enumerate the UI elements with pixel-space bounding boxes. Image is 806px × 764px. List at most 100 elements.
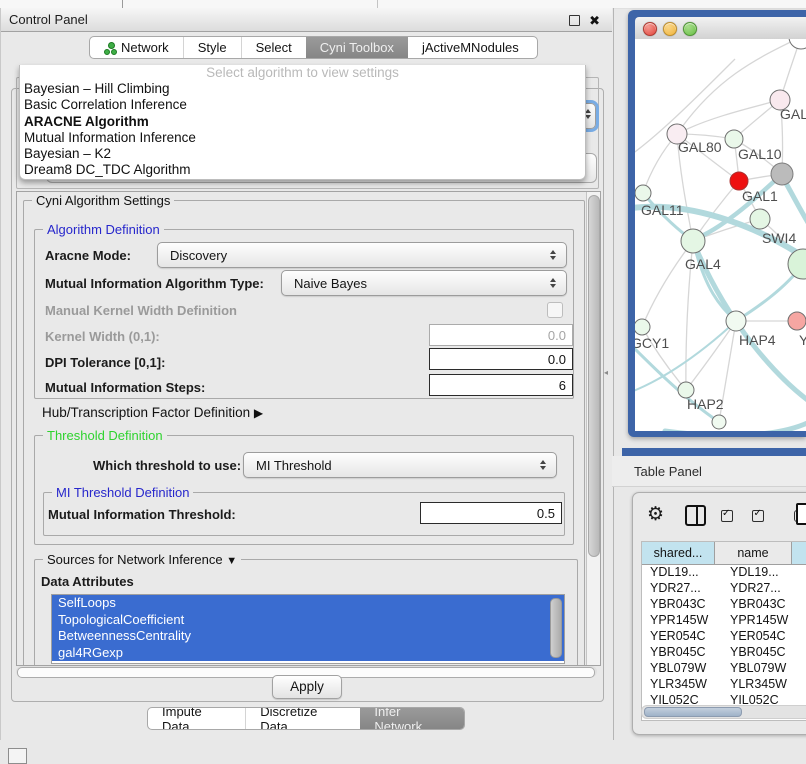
close-traffic-light-icon[interactable] bbox=[643, 22, 657, 36]
aracne-mode-value: Discovery bbox=[158, 248, 544, 263]
node-label: GAL10 bbox=[738, 146, 782, 162]
mi-steps-label: Mutual Information Steps: bbox=[45, 380, 205, 395]
node-gcy1[interactable] bbox=[635, 319, 650, 335]
which-threshold-select[interactable]: MI Threshold bbox=[243, 452, 557, 478]
scrollbar-thumb[interactable] bbox=[588, 195, 600, 557]
mi-type-value: Naive Bayes bbox=[282, 276, 544, 291]
node-hap4[interactable] bbox=[726, 311, 746, 331]
network-view-window: GALGAL80GAL10GAL1GAL11SWI4GAL4GCY1HAP4YH… bbox=[628, 10, 806, 437]
algorithm-definition-title: Algorithm Definition bbox=[43, 222, 164, 237]
mi-steps-input[interactable]: 6 bbox=[429, 374, 573, 396]
table-cell: YPR145W bbox=[722, 612, 806, 628]
node-gal11[interactable] bbox=[635, 185, 651, 201]
table-row[interactable]: YDR27...YDR27...12 bbox=[642, 580, 806, 596]
dropdown-item[interactable]: Mutual Information Inference bbox=[20, 130, 585, 146]
select-all-checkbox-icon[interactable] bbox=[721, 510, 733, 522]
hub-definition-toggle[interactable]: Hub/Transcription Factor Definition ▶ bbox=[42, 405, 263, 420]
tab-network[interactable]: Network bbox=[90, 37, 183, 58]
cyni-algorithm-settings-group: Cyni Algorithm Settings Algorithm Defini… bbox=[23, 200, 585, 666]
node[interactable] bbox=[771, 163, 793, 185]
export-table-icon[interactable] bbox=[796, 503, 806, 525]
tab-style[interactable]: Style bbox=[183, 37, 241, 58]
tab-infer-network[interactable]: Infer Network bbox=[360, 708, 464, 729]
table-cell: YPR145W bbox=[642, 612, 722, 628]
node-y[interactable] bbox=[788, 312, 806, 330]
node-gal4[interactable] bbox=[681, 229, 705, 253]
gear-icon[interactable]: ⚙ bbox=[647, 503, 664, 526]
dropdown-item[interactable]: Dream8 DC_TDC Algorithm bbox=[20, 162, 585, 178]
node[interactable] bbox=[789, 39, 806, 49]
aracne-mode-select[interactable]: Discovery bbox=[157, 242, 567, 268]
table-cell: YDR27... bbox=[722, 580, 806, 596]
dropdown-item[interactable]: Basic Correlation Inference bbox=[20, 97, 585, 113]
table-row[interactable]: YPR145WYPR145W9. bbox=[642, 612, 806, 628]
table-row[interactable]: YBR045CYBR045C9. bbox=[642, 644, 806, 660]
attribute-list-item[interactable]: TopologicalCoefficient bbox=[52, 612, 564, 629]
close-icon[interactable]: ✖ bbox=[589, 13, 600, 29]
tab-cyni-toolbox[interactable]: Cyni Toolbox bbox=[306, 37, 408, 58]
table-row[interactable]: YBR043CYBR043C bbox=[642, 596, 806, 612]
float-window-icon[interactable] bbox=[569, 15, 580, 26]
select-all-checkbox-icon2[interactable] bbox=[752, 510, 764, 522]
kernel-width-label: Kernel Width (0,1): bbox=[45, 329, 160, 344]
apply-button[interactable]: Apply bbox=[272, 675, 342, 699]
mi-threshold-input[interactable]: 0.5 bbox=[420, 502, 562, 524]
dpi-tolerance-input[interactable]: 0.0 bbox=[429, 348, 573, 370]
pane-splitter-handle[interactable]: ◂ bbox=[604, 369, 609, 376]
expand-arrow-icon: ▶ bbox=[254, 406, 263, 420]
node-label: Y bbox=[799, 332, 806, 348]
table-horizontal-scrollbar[interactable] bbox=[641, 705, 806, 719]
settings-vertical-scrollbar[interactable] bbox=[586, 192, 600, 665]
table-row[interactable]: YLR345WYLR345W9. bbox=[642, 676, 806, 692]
mi-algorithm-type-select[interactable]: Naive Bayes bbox=[281, 270, 567, 296]
sources-group-title[interactable]: Sources for Network Inference ▼ bbox=[43, 552, 241, 567]
table-row[interactable]: YDL19...YDL19...13 bbox=[642, 564, 806, 580]
control-panel-tabbar: NetworkStyleSelect Cyni Toolbox jActiveMNo… bbox=[89, 36, 538, 59]
minimize-traffic-light-icon[interactable] bbox=[663, 22, 677, 36]
node[interactable] bbox=[788, 249, 806, 279]
manual-kernel-label: Manual Kernel Width Definition bbox=[45, 303, 237, 318]
table-row[interactable]: YER054CYER054C8. bbox=[642, 628, 806, 644]
network-window-titlebar[interactable] bbox=[635, 17, 806, 40]
scrollbar-thumb[interactable] bbox=[644, 707, 742, 717]
tab-jactivemnodules[interactable]: jActiveMNodules bbox=[408, 37, 533, 58]
attribute-list-item[interactable]: SelfLoops bbox=[52, 595, 564, 612]
tab-discretize-data[interactable]: Discretize Data bbox=[245, 708, 360, 729]
manual-kernel-checkbox[interactable] bbox=[547, 302, 563, 318]
dropdown-item[interactable]: Bayesian – Hill Climbing bbox=[20, 81, 585, 97]
attribute-list-item[interactable]: BetweennessCentrality bbox=[52, 628, 564, 645]
hub-definition-label: Hub/Transcription Factor Definition bbox=[42, 405, 250, 420]
table-cell: YER054C bbox=[722, 628, 806, 644]
node[interactable] bbox=[712, 415, 726, 429]
table-cell: YDL19... bbox=[642, 564, 722, 580]
node-label: GAL11 bbox=[641, 202, 684, 218]
tab-select[interactable]: Select bbox=[241, 37, 306, 58]
data-attributes-list[interactable]: SelfLoopsTopologicalCoefficientBetweenne… bbox=[51, 594, 565, 664]
tab-label: Cyni Toolbox bbox=[320, 40, 394, 55]
column-header-name[interactable]: name bbox=[715, 542, 792, 565]
table-panel-title: Table Panel bbox=[634, 464, 702, 479]
column-header-a[interactable]: A bbox=[792, 542, 806, 565]
tab-label: Impute Data bbox=[162, 707, 231, 730]
dropdown-item[interactable]: ARACNE Algorithm bbox=[20, 114, 585, 130]
table-row[interactable]: YBL079WYBL079W bbox=[642, 660, 806, 676]
table-cell: YBR045C bbox=[642, 644, 722, 660]
node-attribute-table[interactable]: shared...nameA YDL19...YDL19...13YDR27..… bbox=[641, 541, 806, 721]
node-swi4[interactable] bbox=[750, 209, 770, 229]
kernel-width-input[interactable]: 0.0 bbox=[429, 324, 573, 346]
dropdown-item[interactable]: Bayesian – K2 bbox=[20, 146, 585, 162]
table-cell: YDR27... bbox=[642, 580, 722, 596]
table-cell: YLR345W bbox=[642, 676, 722, 692]
attribute-list-item[interactable]: gal4RGexp bbox=[52, 645, 564, 662]
network-canvas[interactable]: GALGAL80GAL10GAL1GAL11SWI4GAL4GCY1HAP4YH… bbox=[635, 39, 806, 431]
dpi-tolerance-label: DPI Tolerance [0,1]: bbox=[45, 355, 165, 370]
split-columns-icon[interactable] bbox=[685, 505, 706, 526]
node-label: HAP4 bbox=[739, 332, 776, 348]
attributes-scrollbar[interactable] bbox=[550, 598, 562, 658]
table-window-top-edge bbox=[622, 448, 806, 456]
tab-impute-data[interactable]: Impute Data bbox=[148, 708, 245, 729]
table-panel-header[interactable]: Table Panel bbox=[612, 456, 806, 487]
zoom-traffic-light-icon[interactable] bbox=[683, 22, 697, 36]
column-header-shared-[interactable]: shared... bbox=[642, 542, 715, 565]
control-panel-titlebar[interactable]: Control Panel ✖ bbox=[1, 8, 612, 32]
